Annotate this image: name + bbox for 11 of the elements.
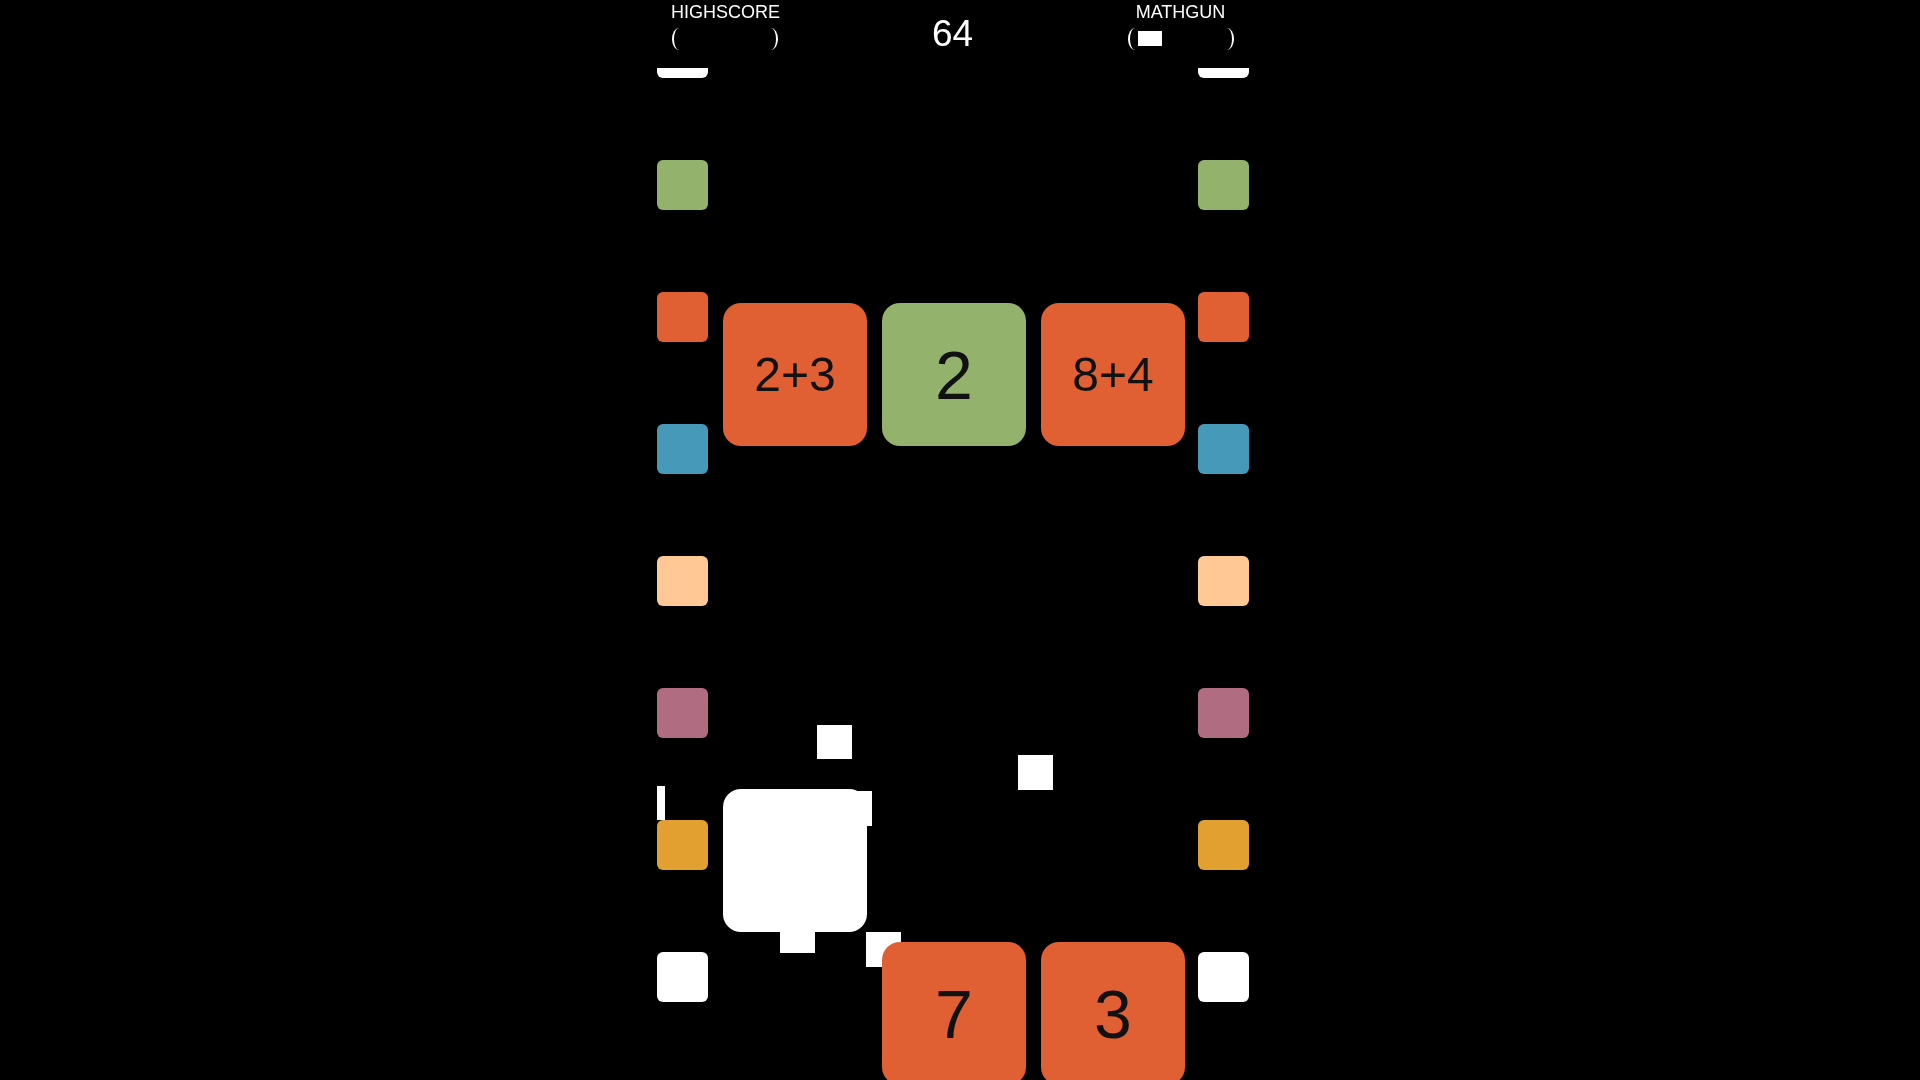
square-particle-icon <box>817 725 852 759</box>
number-tile: 7 <box>882 942 1026 1080</box>
expression-tile: 2+3 <box>723 303 867 446</box>
square-particle-icon <box>1018 755 1053 790</box>
expression-tile: 8+4 <box>1041 303 1185 446</box>
number-tile: 2 <box>882 303 1026 446</box>
highscore-label: HIGHSCORE <box>671 2 780 23</box>
number-tile: 3 <box>1041 942 1185 1080</box>
bar-particle-icon <box>657 786 665 820</box>
mathgun-label: MATHGUN <box>1135 2 1226 23</box>
score-text: 64 <box>931 13 974 55</box>
